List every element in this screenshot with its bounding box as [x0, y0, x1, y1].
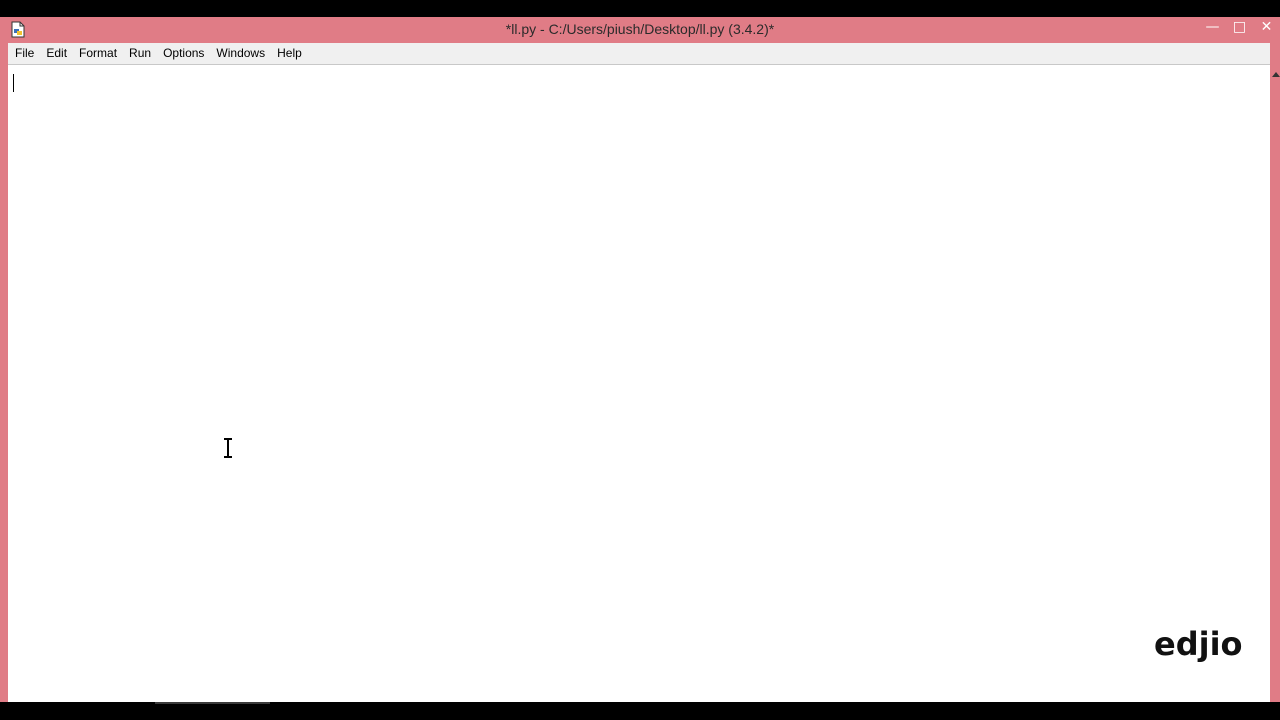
menu-options[interactable]: Options [157, 43, 210, 64]
window-title: *ll.py - C:/Users/piush/Desktop/ll.py (3… [505, 21, 775, 37]
close-button[interactable]: ✕ [1253, 17, 1280, 37]
text-caret [13, 74, 14, 92]
menu-help[interactable]: Help [271, 43, 308, 64]
taskbar-item-indicator [155, 702, 270, 704]
screen: *ll.py - C:/Users/piush/Desktop/ll.py (3… [0, 0, 1280, 720]
vertical-scrollbar[interactable] [1270, 64, 1280, 702]
watermark-logo: edjio [1154, 625, 1243, 663]
menu-windows[interactable]: Windows [210, 43, 271, 64]
menu-file[interactable]: File [8, 43, 40, 64]
menu-format[interactable]: Format [73, 43, 123, 64]
scroll-up-arrow-icon[interactable] [1272, 72, 1280, 77]
taskbar [0, 702, 1280, 720]
window-controls: — □ ✕ [1199, 17, 1280, 41]
code-editor[interactable] [8, 64, 1270, 702]
menu-bar: File Edit Format Run Options Windows Hel… [8, 43, 1270, 64]
minimize-button[interactable]: — [1199, 17, 1226, 37]
i-beam-cursor-icon [224, 438, 232, 458]
menu-edit[interactable]: Edit [40, 43, 73, 64]
title-bar[interactable]: *ll.py - C:/Users/piush/Desktop/ll.py (3… [0, 17, 1280, 43]
maximize-button[interactable]: □ [1226, 17, 1253, 37]
menu-run[interactable]: Run [123, 43, 157, 64]
idle-editor-window: *ll.py - C:/Users/piush/Desktop/ll.py (3… [0, 17, 1280, 702]
